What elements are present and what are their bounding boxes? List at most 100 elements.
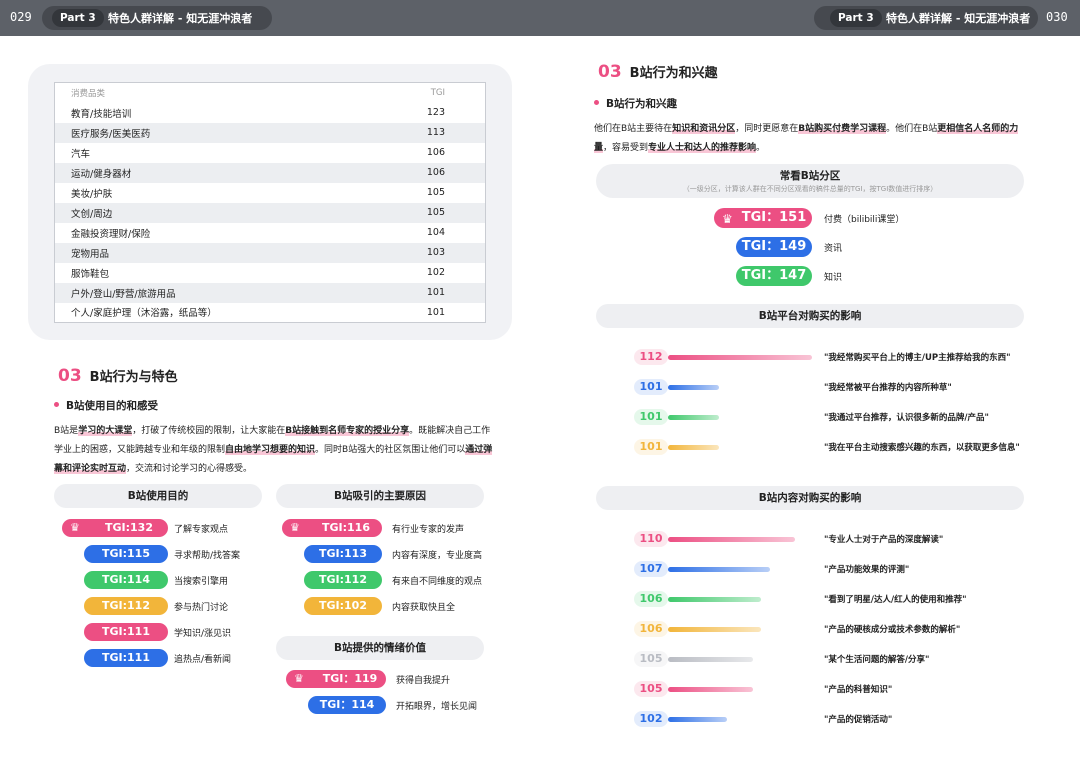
tgi-cell: 101 [386, 303, 486, 323]
badge-label: 资讯 [824, 241, 842, 254]
badge-label: 知识 [824, 270, 842, 283]
tgi-badge: ♛TGI：151 [714, 208, 812, 228]
bar-statement: "我通过平台推荐，认识很多新的品牌/产品" [824, 411, 989, 423]
category-cell: 金融投资理财/保险 [55, 223, 386, 243]
tgi-value: TGI：119 [314, 670, 386, 688]
table-row: 服饰鞋包102 [55, 263, 486, 283]
tgi-cell: 102 [386, 263, 486, 283]
left-page-number: 029 [10, 10, 32, 24]
value-bar [668, 537, 795, 542]
badge-label: 参与热门讨论 [174, 600, 228, 613]
emotion-header: B站提供的情绪价值 [276, 636, 484, 660]
bar-statement: "专业人士对于产品的深度解读" [824, 533, 943, 545]
tgi-cell: 101 [386, 283, 486, 303]
tgi-value: TGI：114 [308, 696, 386, 714]
tgi-value: TGI:132 [90, 519, 168, 537]
table-row: 金融投资理财/保险104 [55, 223, 486, 243]
left-header-title: 特色人群详解 - 知无涯冲浪者 [108, 10, 252, 26]
badge-label: 有来自不同维度的观点 [392, 574, 482, 587]
tgi-cell: 103 [386, 243, 486, 263]
badge-label: 追热点/看新闻 [174, 652, 231, 665]
section-title: B站行为和兴趣 [630, 66, 718, 81]
tgi-cell: 105 [386, 203, 486, 223]
category-cell: 个人/家庭护理（沐浴露，纸品等） [55, 303, 386, 323]
tgi-badge: TGI:111 [84, 649, 168, 667]
crown-icon: ♛ [294, 670, 304, 688]
table-row: 美妆/护肤105 [55, 183, 486, 203]
section-number: 03 [598, 62, 622, 82]
purpose-header: B站使用目的 [54, 484, 262, 508]
tgi-value: TGI:112 [304, 571, 382, 589]
value-label: 110 [634, 531, 668, 547]
bar-statement: "产品的科普知识" [824, 683, 892, 695]
tgi-badge: ♛TGI:132 [62, 519, 168, 537]
value-bar [668, 415, 719, 420]
zones-note: （一级分区，计算该人群在不同分区观看的稿件总量的TGI，按TGI数值进行排序） [596, 184, 1024, 194]
reasons-header: B站吸引的主要原因 [276, 484, 484, 508]
subsection-title: B站行为和兴趣 [594, 96, 677, 111]
badge-label: 当搜索引擎用 [174, 574, 228, 587]
bar-statement: "我经常被平台推荐的内容所种草" [824, 381, 952, 393]
tgi-badge: TGI:114 [84, 571, 168, 589]
tgi-cell: 106 [386, 143, 486, 163]
section-heading: 03 B站行为和兴趣 [598, 62, 718, 82]
table-header-row: 消费品类 TGI [55, 83, 486, 103]
value-label: 105 [634, 681, 668, 697]
value-bar [668, 687, 753, 692]
value-label: 101 [634, 379, 668, 395]
category-cell: 服饰鞋包 [55, 263, 386, 283]
value-bar [668, 355, 812, 360]
bar-statement: "产品的硬核成分或技术参数的解析" [824, 623, 960, 635]
table-row: 医疗服务/医美医药113 [55, 123, 486, 143]
badge-label: 内容获取快且全 [392, 600, 455, 613]
category-cell: 医疗服务/医美医药 [55, 123, 386, 143]
table-row: 汽车106 [55, 143, 486, 163]
column-header: TGI [386, 83, 486, 103]
tgi-badge: TGI:113 [304, 545, 382, 563]
badge-label: 付费（bilibili课堂） [824, 212, 904, 225]
value-bar [668, 657, 753, 662]
tgi-badge: TGI:111 [84, 623, 168, 641]
category-cell: 美妆/护肤 [55, 183, 386, 203]
column-header: 消费品类 [55, 83, 386, 103]
right-page-number: 030 [1046, 10, 1068, 24]
table-row: 个人/家庭护理（沐浴露，纸品等）101 [55, 303, 486, 323]
badge-label: 内容有深度，专业度高 [392, 548, 482, 561]
tgi-badge: TGI：149 [736, 237, 812, 257]
tgi-cell: 105 [386, 183, 486, 203]
platform-header: B站平台对购买的影响 [596, 304, 1024, 328]
category-cell: 户外/登山/野营/旅游用品 [55, 283, 386, 303]
badge-label: 获得自我提升 [396, 673, 450, 686]
badge-label: 开拓眼界，增长见闻 [396, 699, 477, 712]
right-part-tag: Part 3 [830, 9, 882, 27]
tgi-cell: 113 [386, 123, 486, 143]
tgi-value: TGI:113 [304, 545, 382, 563]
tgi-value: TGI:102 [304, 597, 382, 615]
table-row: 户外/登山/野营/旅游用品101 [55, 283, 486, 303]
value-label: 106 [634, 621, 668, 637]
bar-statement: "我经常购买平台上的博主/UP主推荐给我的东西" [824, 351, 1011, 363]
content-header: B站内容对购买的影响 [596, 486, 1024, 510]
tgi-value: TGI:116 [310, 519, 382, 537]
table-row: 运动/健身器材106 [55, 163, 486, 183]
consumption-tgi-table: 消费品类 TGI 教育/技能培训123医疗服务/医美医药113汽车106运动/健… [54, 82, 486, 323]
crown-icon: ♛ [290, 519, 300, 537]
bar-statement: "产品功能效果的评测" [824, 563, 909, 575]
value-label: 106 [634, 591, 668, 607]
interest-paragraph: 他们在B站主要待在知识和资讯分区，同时更愿意在B站购买付费学习课程。他们在B站更… [594, 120, 1030, 158]
bar-statement: "产品的促销活动" [824, 713, 892, 725]
crown-icon: ♛ [722, 209, 733, 229]
tgi-badge: TGI:112 [84, 597, 168, 615]
left-part-tag: Part 3 [52, 9, 104, 27]
value-bar [668, 627, 761, 632]
tgi-badge: TGI：147 [736, 266, 812, 286]
table-row: 宠物用品103 [55, 243, 486, 263]
table-row: 教育/技能培训123 [55, 103, 486, 123]
header-bar: 029 Part 3 特色人群详解 - 知无涯冲浪者 Part 3 特色人群详解… [0, 0, 1080, 36]
tgi-value: TGI:115 [84, 545, 168, 563]
tgi-value: TGI:111 [84, 649, 168, 667]
bar-statement: "某个生活问题的解答/分享" [824, 653, 929, 665]
badge-label: 寻求帮助/找答案 [174, 548, 240, 561]
tgi-cell: 104 [386, 223, 486, 243]
tgi-badge: TGI:102 [304, 597, 382, 615]
